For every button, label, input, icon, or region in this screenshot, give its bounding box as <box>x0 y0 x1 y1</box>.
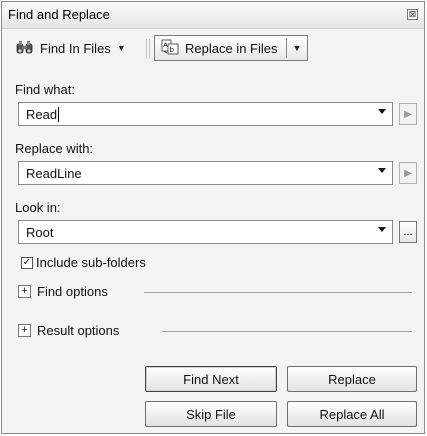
find-what-combobox[interactable]: Read <box>18 102 393 126</box>
include-subfolders-label: Include sub-folders <box>36 255 146 270</box>
expand-plus-icon[interactable]: + <box>18 285 31 298</box>
find-replace-window: Find and Replace ⊠ Find In Files ▼ A b R… <box>1 1 425 434</box>
svg-text:A: A <box>163 41 168 49</box>
replace-with-label: Replace with: <box>15 141 94 156</box>
replace-in-files-button[interactable]: A b Replace in Files ▼ <box>154 35 309 61</box>
look-in-value: Root <box>26 225 54 240</box>
find-next-button[interactable]: Find Next <box>145 366 277 392</box>
toolbar-separator <box>146 39 147 59</box>
replace-with-combobox[interactable]: ReadLine <box>18 161 393 185</box>
replace-icon: A b <box>161 39 179 58</box>
svg-text:b: b <box>170 46 175 54</box>
find-what-label: Find what: <box>15 82 75 97</box>
chevron-down-icon[interactable]: ▼ <box>293 43 302 53</box>
replace-all-button[interactable]: Replace All <box>287 401 417 427</box>
find-expression-button[interactable]: ▶ <box>399 103 417 125</box>
find-in-files-label: Find In Files <box>40 40 111 56</box>
skip-file-button[interactable]: Skip File <box>145 401 277 427</box>
play-arrow-icon: ▶ <box>404 167 412 179</box>
split-divider <box>285 38 287 58</box>
result-options-label: Result options <box>37 323 120 338</box>
replace-with-value: ReadLine <box>26 166 82 181</box>
result-options-divider <box>162 331 412 332</box>
text-cursor <box>58 107 60 122</box>
find-options-label: Find options <box>37 284 108 299</box>
toolbar: Find In Files ▼ A b Replace in Files ▼ <box>2 29 424 67</box>
find-options-expander[interactable]: + Find options <box>18 284 108 299</box>
dropdown-arrow-icon[interactable] <box>378 227 386 232</box>
include-subfolders-checkbox[interactable]: ✓ Include sub-folders <box>21 255 146 270</box>
binoculars-icon <box>16 39 34 58</box>
toolbar-separator <box>149 39 150 59</box>
play-arrow-icon: ▶ <box>404 108 412 120</box>
find-what-value: Read <box>26 107 58 122</box>
chevron-down-icon[interactable]: ▼ <box>117 43 126 53</box>
browse-button[interactable]: ... <box>399 221 417 243</box>
result-options-expander[interactable]: + Result options <box>18 323 119 338</box>
window-title: Find and Replace <box>8 7 110 22</box>
expand-plus-icon[interactable]: + <box>18 324 31 337</box>
replace-button[interactable]: Replace <box>287 366 417 392</box>
dropdown-arrow-icon[interactable] <box>378 168 386 173</box>
title-bar: Find and Replace ⊠ <box>2 2 424 29</box>
checkbox-checked-icon[interactable]: ✓ <box>21 256 33 269</box>
close-icon[interactable]: ⊠ <box>407 9 418 20</box>
look-in-combobox[interactable]: Root <box>18 220 393 244</box>
dropdown-arrow-icon[interactable] <box>378 109 386 114</box>
look-in-label: Look in: <box>15 200 61 215</box>
find-in-files-button[interactable]: Find In Files ▼ <box>10 35 132 61</box>
find-options-divider <box>144 292 412 293</box>
replace-in-files-label: Replace in Files <box>185 40 278 56</box>
replace-expression-button[interactable]: ▶ <box>399 162 417 184</box>
